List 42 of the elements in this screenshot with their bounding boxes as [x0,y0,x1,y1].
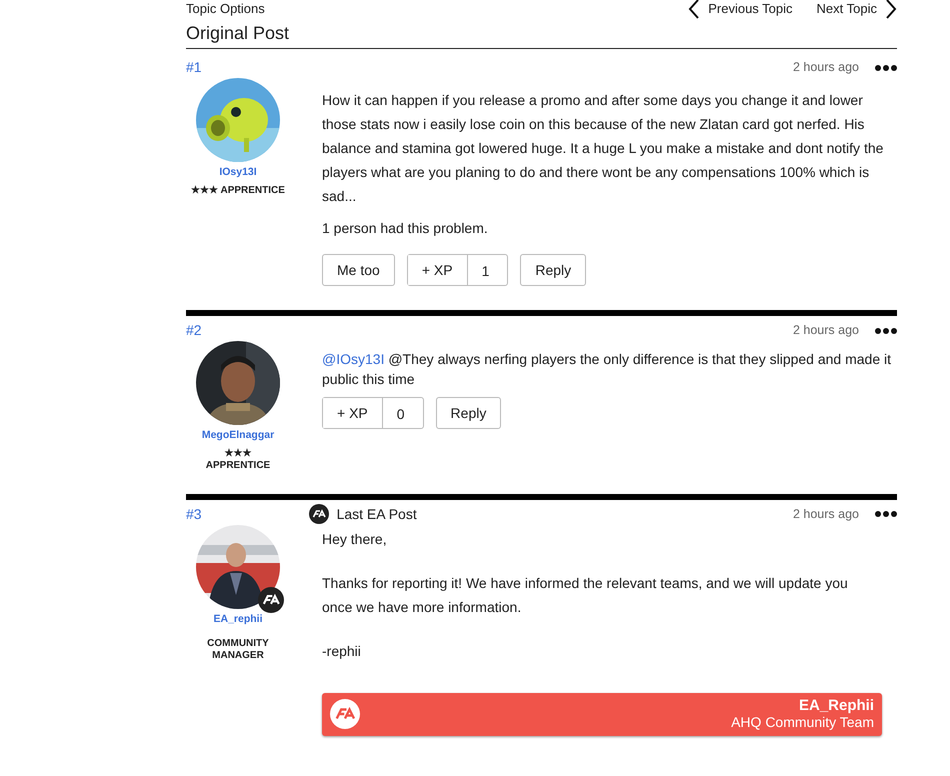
post-text: -rephii [322,642,362,661]
post-time: 2 hours ago [792,322,859,340]
username-link[interactable]: MegoElnaggar [186,428,290,444]
more-options-icon[interactable] [875,511,897,518]
reply-button[interactable]: Reply [520,254,586,286]
rank-label: COMMUNITY MANAGER [206,636,270,662]
post-number-link[interactable]: #1 [186,57,202,78]
reply-button[interactable]: Reply [436,397,502,429]
post-text: Thanks for reporting it! We have informed the relevant teams, and we will update you once we have more information. [322,574,849,617]
logo-icon [330,699,360,730]
chevron-right-icon [885,0,897,19]
post-text: @IOsy13I @They always nerfing players the only difference is that they slipped and made it public this time [322,350,892,389]
post-text: Hey there, [322,530,388,549]
rank-label: APPRENTICE [204,460,272,472]
post-time: 2 hours ago [792,506,859,523]
signature-name: EA_Rephii [798,697,874,714]
xp-control[interactable]: + XP 1 [406,254,508,286]
more-options-icon[interactable] [875,64,897,70]
chevron-left-icon [688,0,700,19]
topic-options-link[interactable]: Topic Options [186,0,265,18]
rank-label: ★★★ APPRENTICE [190,184,286,197]
post-time: 2 hours ago [792,59,859,76]
xp-count: 0 [382,398,423,428]
post-number-link[interactable]: #3 [186,504,202,525]
post-number-link[interactable]: #2 [186,320,202,341]
ea-badge-icon [258,586,284,613]
problem-count-text: 1 person had this problem. [322,219,489,238]
rank-label: ★★★ [224,448,252,460]
username-link[interactable]: IOsy13I [186,165,290,181]
me-too-button[interactable]: Me too [322,254,395,286]
more-options-icon[interactable] [875,328,897,334]
post-text: How it can happen if you release a promo and after some days you change it and lower those stats now i easily lose coin on this because of the new Zlatan card got nerfed. His balance and stamina got lowered huge. It a huge L you make a mistake and dont notify the players what are you planing to do and there wont be any compensations 100% which is sad... [322,91,884,206]
mention-link[interactable]: @IOsy13I [322,351,384,367]
logo-icon [308,504,329,524]
section-title: Original Post [186,20,897,49]
xp-control[interactable]: + XP 0 [322,397,424,429]
xp-count: 1 [466,255,508,285]
username-link[interactable]: EA_rephii [186,612,290,628]
next-topic-link[interactable]: Next Topic [816,0,877,18]
signature-team: AHQ Community Team [731,714,874,732]
last-ea-post-label: Last EA Post [336,504,417,524]
previous-topic-link[interactable]: Previous Topic [708,0,793,18]
